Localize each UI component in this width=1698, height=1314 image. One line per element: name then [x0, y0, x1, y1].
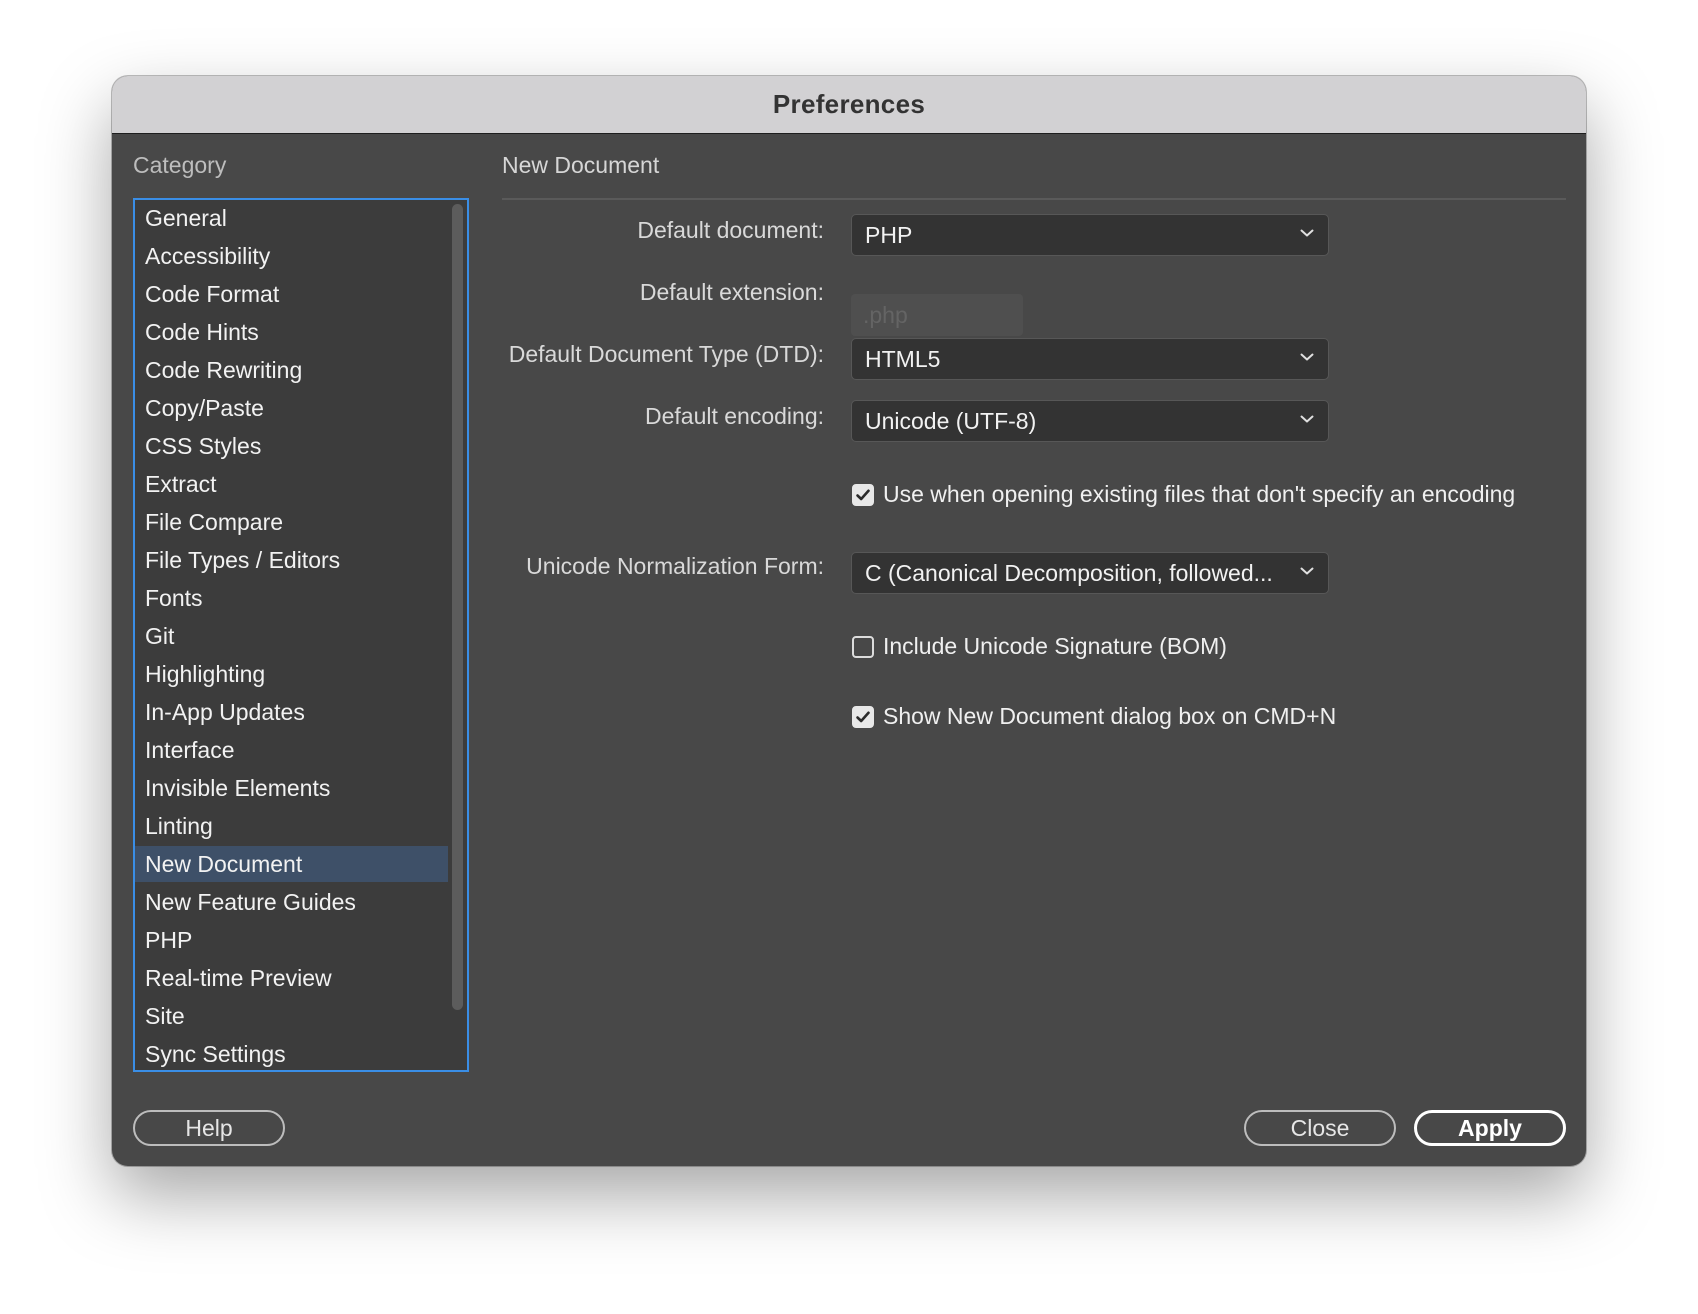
category-item-code-rewriting[interactable]: Code Rewriting: [135, 352, 448, 388]
category-scrollbar[interactable]: [448, 200, 467, 1070]
normalization-value: C (Canonical Decomposition, followed...: [865, 560, 1273, 586]
bom-label: Include Unicode Signature (BOM): [883, 633, 1227, 659]
use-encoding-checkbox-row[interactable]: Use when opening existing files that don…: [852, 481, 1515, 508]
default-document-label: Default document:: [637, 217, 824, 243]
apply-button[interactable]: Apply: [1414, 1110, 1566, 1146]
default-encoding-select[interactable]: Unicode (UTF-8): [851, 400, 1329, 442]
category-item-code-hints[interactable]: Code Hints: [135, 314, 448, 350]
category-item-interface[interactable]: Interface: [135, 732, 448, 768]
category-item-code-format[interactable]: Code Format: [135, 276, 448, 312]
help-button[interactable]: Help: [133, 1110, 285, 1146]
section-divider: [502, 198, 1566, 200]
default-extension-field[interactable]: .php: [851, 294, 1023, 336]
preferences-window: Preferences Category General Accessibilit…: [112, 76, 1586, 1166]
category-label: Category: [133, 152, 227, 178]
category-item-site[interactable]: Site: [135, 998, 448, 1034]
category-item-file-compare[interactable]: File Compare: [135, 504, 448, 540]
category-item-in-app-updates[interactable]: In-App Updates: [135, 694, 448, 730]
show-dialog-checkbox-row[interactable]: Show New Document dialog box on CMD+N: [852, 703, 1336, 730]
use-encoding-checkbox[interactable]: [852, 483, 874, 506]
show-dialog-checkbox[interactable]: [852, 705, 874, 728]
category-item-git[interactable]: Git: [135, 618, 448, 654]
default-dtd-label: Default Document Type (DTD):: [508, 341, 824, 367]
normalization-select[interactable]: C (Canonical Decomposition, followed...: [851, 552, 1329, 594]
normalization-label: Unicode Normalization Form:: [526, 553, 824, 579]
window-title: Preferences: [772, 89, 926, 119]
category-item-file-types-editors[interactable]: File Types / Editors: [135, 542, 448, 578]
category-item-extract[interactable]: Extract: [135, 466, 448, 502]
category-item-linting[interactable]: Linting: [135, 808, 448, 844]
chevron-down-icon: [1300, 229, 1314, 237]
default-dtd-value: HTML5: [865, 346, 941, 372]
category-item-general[interactable]: General: [135, 200, 448, 236]
category-item-new-document[interactable]: New Document: [135, 846, 448, 882]
use-encoding-label: Use when opening existing files that don…: [883, 481, 1516, 507]
category-item-css-styles[interactable]: CSS Styles: [135, 428, 448, 464]
show-dialog-label: Show New Document dialog box on CMD+N: [883, 703, 1337, 729]
close-button[interactable]: Close: [1244, 1110, 1396, 1146]
scroll-thumb[interactable]: [452, 204, 463, 1010]
default-encoding-label: Default encoding:: [644, 403, 824, 429]
default-encoding-value: Unicode (UTF-8): [865, 408, 1037, 434]
default-document-value: PHP: [865, 222, 913, 248]
category-item-accessibility[interactable]: Accessibility: [135, 238, 448, 274]
category-item-sync-settings[interactable]: Sync Settings: [135, 1036, 448, 1070]
category-item-fonts[interactable]: Fonts: [135, 580, 448, 616]
bom-checkbox[interactable]: [852, 635, 874, 658]
checkmark-icon: [856, 711, 870, 722]
section-title: New Document: [502, 152, 660, 178]
category-item-php[interactable]: PHP: [135, 922, 448, 958]
default-document-select[interactable]: PHP: [851, 214, 1329, 256]
category-item-highlighting[interactable]: Highlighting: [135, 656, 448, 692]
checkmark-icon: [856, 489, 870, 500]
default-extension-label: Default extension:: [639, 279, 824, 305]
category-item-copy-paste[interactable]: Copy/Paste: [135, 390, 448, 426]
chevron-down-icon: [1300, 567, 1314, 575]
category-list[interactable]: General Accessibility Code Format Code Hint…: [133, 198, 469, 1072]
category-item-new-feature-guides[interactable]: New Feature Guides: [135, 884, 448, 920]
bom-checkbox-row[interactable]: Include Unicode Signature (BOM): [852, 633, 1227, 660]
default-dtd-select[interactable]: HTML5: [851, 338, 1329, 380]
chevron-down-icon: [1300, 353, 1314, 361]
chevron-down-icon: [1300, 415, 1314, 423]
category-item-invisible-elements[interactable]: Invisible Elements: [135, 770, 448, 806]
title-bar: Preferences: [112, 76, 1586, 134]
category-item-real-time-preview[interactable]: Real-time Preview: [135, 960, 448, 996]
